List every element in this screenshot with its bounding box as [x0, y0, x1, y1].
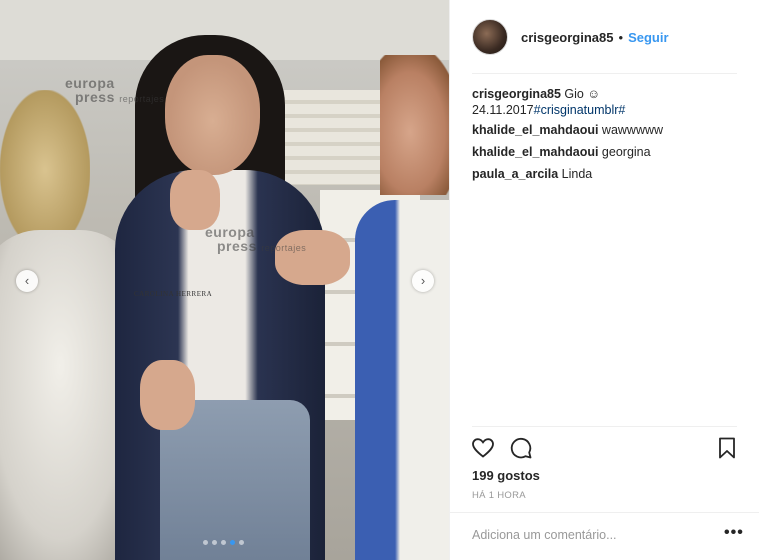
post-header: crisgeorgina85 • Seguir [450, 0, 759, 74]
carousel-next-button[interactable]: › [412, 270, 434, 292]
carousel-dots [203, 540, 244, 545]
post-username[interactable]: crisgeorgina85 [521, 30, 614, 45]
carousel-dot [203, 540, 208, 545]
heart-icon [472, 438, 494, 458]
carousel-dot [212, 540, 217, 545]
shirt-print-text: CAROLINA HERRERA [134, 290, 213, 298]
watermark-line1: europa [205, 224, 255, 240]
bookmark-icon [719, 437, 735, 459]
like-button[interactable] [471, 436, 495, 460]
list-item: khalide_el_mahdaoui georgina [472, 144, 742, 160]
list-item: khalide_el_mahdaoui wawwwww [472, 122, 742, 138]
chevron-left-icon: ‹ [24, 273, 30, 288]
caption: crisgeorgina85 Gio ☺ 24.11.2017#crisgina… [472, 86, 742, 118]
carousel-dot [221, 540, 226, 545]
avatar[interactable] [472, 19, 508, 55]
actions-divider [472, 426, 737, 427]
photo-hand [170, 170, 220, 230]
watermark-line2: press [217, 238, 257, 254]
post-timestamp: HÁ 1 HORA [472, 490, 526, 501]
caption-hashtag[interactable]: #crisginatumblr# [534, 103, 626, 117]
comment-username[interactable]: khalide_el_mahdaoui [472, 123, 598, 137]
photo-hand [140, 360, 195, 430]
comment-button[interactable] [509, 436, 533, 460]
caption-text: Gio ☺ [564, 87, 601, 101]
comment-icon [510, 437, 532, 459]
photo-main-face [165, 55, 260, 175]
carousel-prev-button[interactable]: ‹ [16, 270, 38, 292]
chevron-right-icon: › [420, 273, 426, 288]
more-options-button[interactable]: ••• [724, 524, 744, 542]
comment-text: wawwwww [601, 123, 664, 137]
photo-person-right-head [380, 55, 449, 195]
comment-divider [450, 512, 759, 513]
list-item: paula_a_arcila Linda [472, 166, 742, 182]
carousel-dot [239, 540, 244, 545]
watermark-tag: reportajes [119, 94, 165, 104]
carousel-dot [230, 540, 235, 545]
comment-username[interactable]: khalide_el_mahdaoui [472, 145, 598, 159]
comments-list: crisgeorgina85 Gio ☺ 24.11.2017#crisgina… [472, 86, 742, 188]
post-side-panel: crisgeorgina85 • Seguir crisgeorgina85 G… [449, 0, 759, 560]
save-button[interactable] [715, 436, 739, 460]
likes-count[interactable]: 199 gostos [472, 468, 540, 483]
comment-username[interactable]: paula_a_arcila [472, 167, 558, 181]
comment-text: Linda [561, 167, 593, 181]
watermark: europa press reportajes [205, 225, 306, 255]
caption-username[interactable]: crisgeorgina85 [472, 87, 561, 101]
photo-person-right [355, 200, 449, 560]
comment-input[interactable]: Adiciona um comentário... [472, 528, 617, 542]
header-divider [472, 73, 737, 74]
watermark-line2: press [75, 89, 115, 105]
caption-date: 24.11.2017 [472, 103, 534, 117]
post-photo[interactable]: CAROLINA HERRERA europa press reportajes… [0, 0, 449, 560]
comment-text: georgina [601, 145, 651, 159]
watermark: europa press reportajes [65, 76, 164, 106]
follow-button[interactable]: Seguir [628, 30, 668, 45]
watermark-line1: europa [65, 75, 115, 91]
watermark-tag: reportajes [261, 243, 307, 253]
photo-person-left-hair [0, 90, 90, 250]
header-separator: • [618, 29, 624, 45]
